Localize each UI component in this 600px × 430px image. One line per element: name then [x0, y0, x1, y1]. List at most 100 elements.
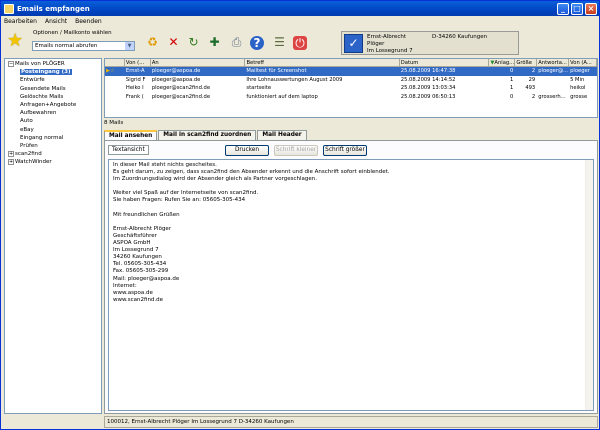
cell-reply [537, 76, 569, 85]
tree-node-label: WatchWinder [15, 159, 52, 166]
tree-node[interactable]: Eingang normal [5, 134, 101, 142]
col-attachments[interactable]: ▼Anlag... [489, 59, 516, 66]
print-button[interactable]: Drucken [225, 145, 269, 156]
collapse-icon[interactable]: − [8, 60, 14, 67]
menu-beenden[interactable]: Beenden [75, 18, 102, 25]
table-row[interactable]: ▶☆ Ernst-A ploeger@aspoa.de Mailtest für Sc… [105, 67, 597, 76]
tree-node[interactable]: Aufbewahren [5, 109, 101, 117]
font-bigger-button[interactable]: Schrift größer [323, 145, 367, 156]
tree-node[interactable]: Entwürfe [5, 76, 101, 84]
message-line: www.scan2find.de [113, 296, 164, 303]
detail-tabs: Mail ansehen Mail in scan2find zuordnen … [104, 130, 308, 140]
tree-node[interactable]: + scan2find [5, 150, 101, 158]
cell-flag [105, 76, 125, 85]
message-line: In dieser Mail steht nichts gescheites. [113, 162, 217, 168]
cell-to: ploeger@aspoa.de [151, 68, 201, 74]
cell-from2: grosse [570, 93, 588, 100]
font-smaller-button[interactable]: Schrift kleiner [274, 145, 318, 156]
tree-node[interactable]: eBay [5, 126, 101, 134]
cell-from2: ploeger [570, 68, 590, 74]
tab-view-mail[interactable]: Mail ansehen [104, 130, 158, 140]
message-line: Ernst-Albrecht Plöger [113, 225, 172, 232]
col-to[interactable]: An [151, 59, 246, 66]
message-line: ASPOA GmbH [113, 240, 151, 247]
col-flag[interactable] [105, 59, 125, 66]
tree-node[interactable]: Posteingang (3) [5, 68, 101, 76]
title-bar[interactable]: Emails empfangen _ □ × [1, 1, 599, 16]
tab-mail-header[interactable]: Mail Header [257, 130, 307, 140]
cell-reply: grosserh... [538, 93, 566, 100]
cell-from: Heiko I [125, 85, 144, 92]
tree-node[interactable]: Prüfen [5, 142, 101, 150]
delete-icon[interactable]: ✕ [165, 34, 182, 51]
cell-size: 2 [531, 68, 536, 74]
cell-att: 1 [510, 76, 514, 83]
mail-view-panel: Textansicht Drucken Schrift kleiner Schr… [104, 140, 598, 414]
add-contact-icon[interactable]: ✚ [206, 34, 223, 51]
maximize-button[interactable]: □ [571, 2, 583, 15]
menu-ansicht[interactable]: Ansicht [45, 18, 67, 25]
help-icon[interactable]: ? [250, 36, 264, 50]
message-line: Geschäftsführer [113, 232, 157, 239]
options-label: Optionen / Mailkonto wählen [33, 30, 112, 36]
col-date[interactable]: Datum [400, 59, 490, 66]
tree-node-label: Anfragen+Angebote [20, 101, 77, 108]
tab-assign-scan2find[interactable]: Mail in scan2find zuordnen [158, 130, 257, 140]
col-subject[interactable]: Betreff [245, 59, 400, 66]
expand-icon[interactable]: + [8, 158, 14, 165]
expand-icon[interactable]: + [8, 150, 14, 157]
print-icon[interactable]: ⎙ [228, 34, 245, 51]
contact-city: D-34260 Kaufungen [432, 34, 488, 40]
cell-subject: Ihre Lohnauswertungen August 2009 [246, 76, 343, 83]
account-select-value: Emails normal abrufen [35, 43, 98, 49]
favorite-star-icon[interactable]: ★ [7, 32, 23, 50]
text-view-tab[interactable]: Textansicht [108, 145, 149, 155]
close-button[interactable]: × [585, 2, 597, 15]
message-line [113, 205, 589, 212]
chevron-down-icon[interactable]: ▼ [125, 42, 134, 50]
tree-node[interactable]: Gesendete Mails [5, 85, 101, 93]
cell-date: 25.08.2009 06:50:13 [400, 93, 456, 100]
cell-att: 0 [510, 93, 514, 100]
cell-reply: ploeger@... [538, 68, 569, 74]
tree-node[interactable]: − Mails von PLÖGER [5, 60, 101, 68]
col-from[interactable]: Von (... [125, 59, 151, 66]
contact-street: Im Lossegrund 7 [367, 48, 413, 54]
vertical-scrollbar[interactable] [585, 160, 593, 410]
fetch-mail-icon[interactable]: ♻ [144, 34, 161, 51]
minimize-button[interactable]: _ [557, 2, 569, 15]
table-row[interactable]: Heiko I ploeger@scan2find.de startseite 25.… [105, 84, 597, 93]
app-icon [4, 3, 14, 14]
assign-contact-icon[interactable]: ↻ [185, 34, 202, 51]
notes-icon[interactable]: ☰ [271, 34, 288, 51]
cell-to: ploeger@aspoa.de [151, 76, 201, 83]
message-line: Im Lossegrund 7 [113, 247, 159, 254]
table-row[interactable]: Sigrid F ploeger@aspoa.de Ihre Lohnauswert… [105, 76, 597, 85]
col-reply[interactable]: Antworta... [537, 59, 570, 66]
message-line: Fax. 05605-305-299 [113, 268, 169, 275]
cell-size: 29 [528, 76, 536, 83]
table-row[interactable]: Frank (ploeger@scan2find.de funktioniert … [105, 93, 597, 102]
cell-subject: Mailtest für Screenshot [246, 68, 307, 74]
tree-node[interactable]: + WatchWinder [5, 158, 101, 166]
power-icon[interactable]: ⏻ [293, 36, 307, 50]
message-line: Sie haben Fragen: Rufen Sie an: 05605-30… [113, 197, 246, 204]
message-line: 34260 Kaufungen [113, 254, 162, 261]
col-from2[interactable]: Von (A... [569, 59, 597, 66]
cell-flag: ▶☆ [106, 68, 115, 74]
contact-card[interactable]: ✓ Ernst-Albrecht D-34260 Kaufungen Plöge… [341, 31, 519, 55]
tree-node-label: Posteingang (3) [20, 69, 72, 76]
message-body[interactable]: In dieser Mail steht nichts gescheites. E… [108, 159, 594, 411]
cell-subject: funktioniert auf dem laptop [246, 93, 318, 100]
cell-subject: startseite [246, 85, 272, 92]
tree-node-label: Prüfen [20, 142, 38, 149]
account-select[interactable]: Emails normal abrufen ▼ [32, 41, 135, 51]
cell-to: ploeger@scan2find.de [151, 93, 211, 100]
cell-att: 1 [510, 85, 514, 92]
col-size[interactable]: Größe [515, 59, 538, 66]
tree-node[interactable]: Anfragen+Angebote [5, 101, 101, 109]
tree-node[interactable]: Auto [5, 117, 101, 125]
cell-date: 25.08.2009 13:03:34 [400, 85, 456, 92]
tree-node[interactable]: Gelöschte Mails [5, 93, 101, 101]
menu-bearbeiten[interactable]: Bearbeiten [4, 18, 37, 25]
